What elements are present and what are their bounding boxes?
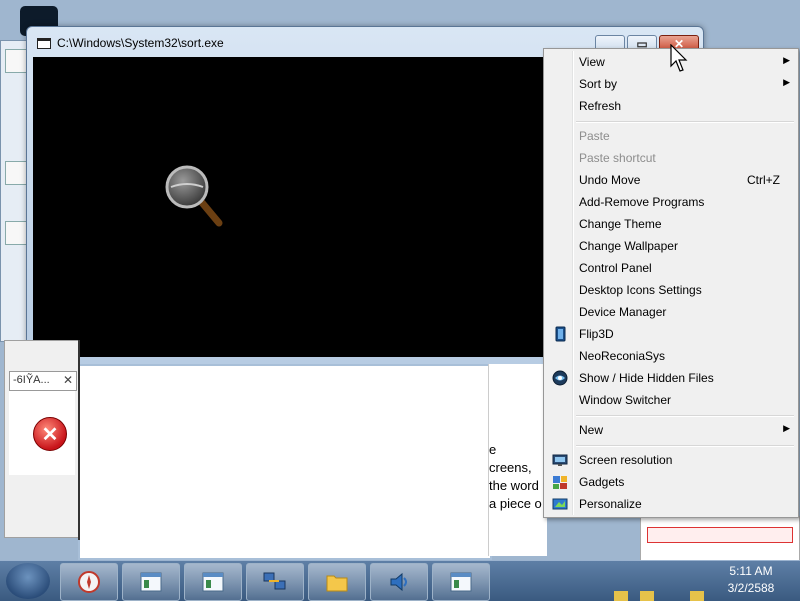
clock-time: 5:11 AM bbox=[729, 564, 773, 578]
folder-icon bbox=[326, 575, 348, 592]
console-app-icon bbox=[37, 38, 51, 49]
gadgets-icon bbox=[553, 476, 567, 489]
menu-item-window-switcher[interactable]: Window Switcher bbox=[546, 389, 796, 411]
magnifier-icon bbox=[165, 165, 223, 227]
compass-icon bbox=[78, 571, 100, 593]
menu-item-neoreconiasys[interactable]: NeoReconiaSys bbox=[546, 345, 796, 367]
partial-text-line: e bbox=[489, 442, 497, 457]
menu-separator bbox=[576, 445, 794, 447]
menu-item-personalize[interactable]: Personalize bbox=[546, 493, 796, 515]
taskbar-button-network[interactable] bbox=[246, 563, 304, 601]
taskbar-clock[interactable]: 5:11 AM 3/2/2588 bbox=[716, 563, 786, 599]
window-icon bbox=[450, 572, 472, 592]
partial-text-line: a piece o bbox=[489, 496, 542, 511]
taskbar-button-explorer[interactable] bbox=[308, 563, 366, 601]
window-icon bbox=[140, 572, 162, 592]
background-window-right[interactable] bbox=[640, 516, 800, 562]
taskbar-button-window-1[interactable] bbox=[122, 563, 180, 601]
menu-item-sort-by[interactable]: Sort by ▶ bbox=[546, 73, 796, 95]
submenu-arrow-icon: ▶ bbox=[783, 77, 790, 87]
console-title-text: C:\Windows\System32\sort.exe bbox=[57, 36, 224, 50]
menu-item-device-manager[interactable]: Device Manager bbox=[546, 301, 796, 323]
menu-item-control-panel[interactable]: Control Panel bbox=[546, 257, 796, 279]
taskbar-button-window-2[interactable] bbox=[184, 563, 242, 601]
clock-date: 3/2/2588 bbox=[727, 581, 775, 595]
error-icon: ✕ bbox=[33, 417, 67, 451]
menu-item-screen-resolution[interactable]: Screen resolution bbox=[546, 449, 796, 471]
globe-icon bbox=[552, 370, 568, 386]
menu-item-refresh[interactable]: Refresh bbox=[546, 95, 796, 117]
close-icon[interactable]: ✕ bbox=[63, 373, 73, 387]
menu-item-undo-move[interactable]: Undo Move Ctrl+Z bbox=[546, 169, 796, 191]
mouse-cursor-icon bbox=[670, 44, 688, 72]
background-text-panel[interactable]: e creens, the word a piece o bbox=[488, 364, 547, 556]
menu-separator bbox=[576, 121, 794, 123]
submenu-arrow-icon: ▶ bbox=[783, 423, 790, 433]
menu-separator bbox=[576, 415, 794, 417]
partial-text-line: the word bbox=[489, 478, 539, 493]
personalize-icon bbox=[552, 498, 568, 510]
menu-item-flip3d[interactable]: Flip3D bbox=[546, 323, 796, 345]
highlight-bar bbox=[647, 527, 793, 543]
window-edge bbox=[78, 340, 80, 540]
taskbar[interactable]: 5:11 AM 3/2/2588 bbox=[0, 560, 800, 601]
desktop-context-menu[interactable]: View ▶ Sort by ▶ Refresh Paste Paste sho… bbox=[543, 48, 799, 518]
menu-item-desktop-icons-settings[interactable]: Desktop Icons Settings bbox=[546, 279, 796, 301]
taskbar-button-browser[interactable] bbox=[60, 563, 118, 601]
menu-shortcut: Ctrl+Z bbox=[747, 173, 780, 187]
error-dialog[interactable]: -6IỸA... ✕ ✕ bbox=[4, 340, 80, 538]
background-document-panel[interactable] bbox=[78, 364, 492, 560]
error-dialog-titlebar[interactable]: -6IỸA... ✕ bbox=[9, 371, 77, 391]
partial-text-line: creens, bbox=[489, 460, 532, 475]
menu-item-gadgets[interactable]: Gadgets bbox=[546, 471, 796, 493]
taskbar-button-window-3[interactable] bbox=[432, 563, 490, 601]
menu-item-change-theme[interactable]: Change Theme bbox=[546, 213, 796, 235]
network-computers-icon bbox=[263, 572, 286, 590]
menu-item-new[interactable]: New ▶ bbox=[546, 419, 796, 441]
menu-item-paste: Paste bbox=[579, 129, 610, 143]
menu-item-change-wallpaper[interactable]: Change Wallpaper bbox=[546, 235, 796, 257]
flip3d-icon bbox=[555, 326, 566, 342]
submenu-arrow-icon: ▶ bbox=[783, 55, 790, 65]
error-dialog-title: -6IỸA... bbox=[13, 374, 50, 386]
speaker-icon bbox=[390, 572, 407, 592]
window-icon bbox=[202, 572, 224, 592]
menu-item-paste-shortcut: Paste shortcut bbox=[579, 151, 656, 165]
monitor-icon bbox=[552, 454, 568, 466]
menu-item-add-remove-programs[interactable]: Add-Remove Programs bbox=[546, 191, 796, 213]
start-button[interactable] bbox=[6, 563, 50, 599]
taskbar-button-media[interactable] bbox=[370, 563, 428, 601]
menu-item-show-hide-hidden-files[interactable]: Show / Hide Hidden Files bbox=[546, 367, 796, 389]
